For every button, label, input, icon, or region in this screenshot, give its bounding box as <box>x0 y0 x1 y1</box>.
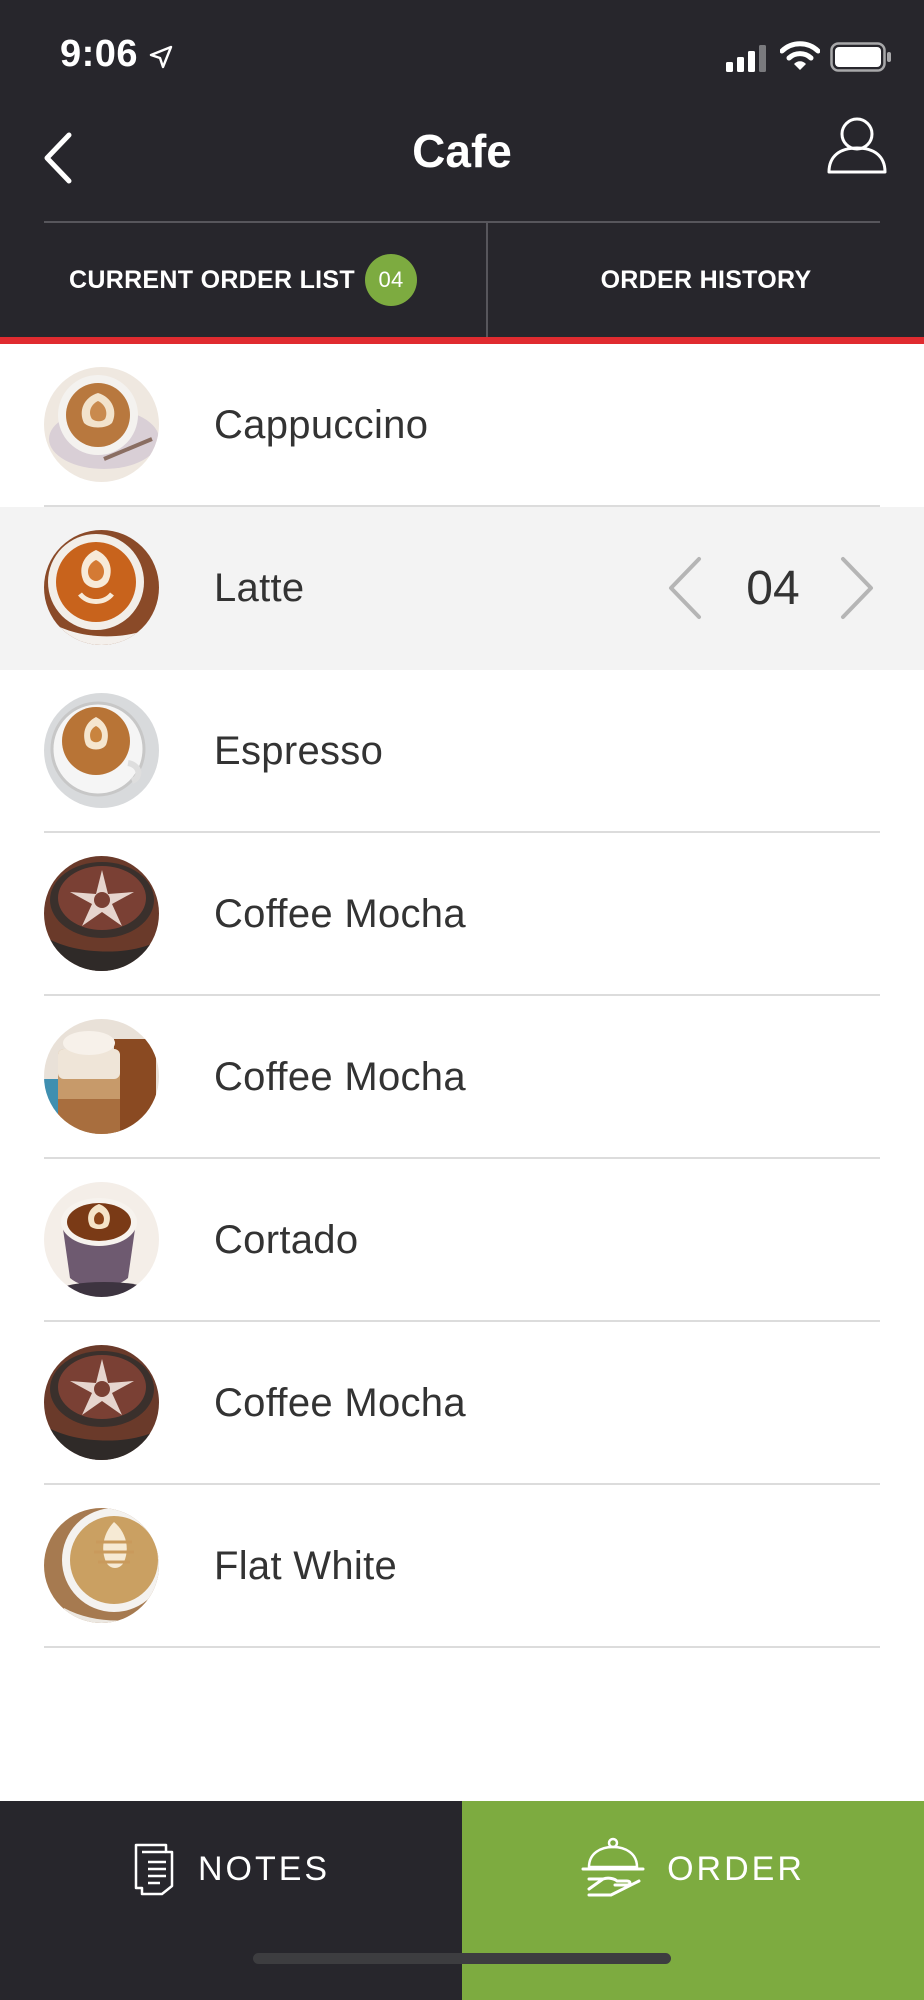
item-thumbnail <box>44 530 159 645</box>
list-item[interactable]: Cortado <box>0 1159 924 1322</box>
order-button[interactable]: ORDER <box>462 1801 924 2000</box>
tab-history-label: ORDER HISTORY <box>600 265 812 294</box>
increase-quantity-button[interactable] <box>832 555 882 621</box>
chevron-right-icon <box>841 557 873 619</box>
active-tab-indicator <box>0 337 924 344</box>
item-thumbnail <box>44 1019 159 1134</box>
item-name: Latte <box>214 566 305 610</box>
app-header: 9:06 Cafe CURRENT ORDER LIST 04 ORDER HI… <box>0 0 924 337</box>
status-time: 9:06 <box>60 33 139 75</box>
notes-label: NOTES <box>197 1849 331 1888</box>
item-name: Cortado <box>214 1218 359 1262</box>
wifi-icon <box>780 41 820 70</box>
item-thumbnail <box>44 367 159 482</box>
item-name: Coffee Mocha <box>214 1381 466 1425</box>
location-arrow-icon <box>149 45 173 69</box>
item-thumbnail <box>44 693 159 808</box>
row-divider <box>44 1646 880 1648</box>
item-thumbnail <box>44 1182 159 1297</box>
item-name: Espresso <box>214 729 384 773</box>
home-indicator[interactable] <box>253 1953 671 1964</box>
nav-bar: Cafe <box>0 110 924 220</box>
list-item[interactable]: Cappuccino <box>0 344 924 507</box>
decrease-quantity-button[interactable] <box>660 555 710 621</box>
list-item[interactable]: Coffee Mocha <box>0 1322 924 1485</box>
battery-icon <box>830 42 891 72</box>
chevron-left-icon <box>669 557 701 619</box>
page-title: Cafe <box>412 125 512 177</box>
tab-current-order-list[interactable]: CURRENT ORDER LIST 04 <box>0 223 486 337</box>
item-name: Coffee Mocha <box>214 892 466 936</box>
list-item[interactable]: Espresso <box>0 670 924 833</box>
status-bar: 9:06 <box>0 0 924 110</box>
item-thumbnail <box>44 1508 159 1623</box>
notes-icon <box>134 1843 174 1896</box>
quantity-stepper: 04 <box>660 507 890 670</box>
notes-button[interactable]: NOTES <box>0 1801 462 2000</box>
signal-icon <box>726 45 766 72</box>
profile-icon <box>827 117 887 174</box>
list-item[interactable]: Flat White <box>0 1485 924 1648</box>
list-item-selected[interactable]: Latte 04 <box>0 507 924 670</box>
list-item[interactable]: Coffee Mocha <box>0 833 924 996</box>
item-thumbnail <box>44 856 159 971</box>
item-name: Cappuccino <box>214 403 429 447</box>
order-count-badge: 04 <box>364 254 417 306</box>
item-thumbnail <box>44 1345 159 1460</box>
cloche-icon <box>581 1837 645 1897</box>
bottom-action-bar: NOTES ORDER <box>0 1801 924 2000</box>
tab-order-history[interactable]: ORDER HISTORY <box>488 223 924 337</box>
list-item[interactable]: Coffee Mocha <box>0 996 924 1159</box>
order-tabs: CURRENT ORDER LIST 04 ORDER HISTORY <box>0 223 924 337</box>
item-name: Flat White <box>214 1544 398 1588</box>
quantity-value: 04 <box>746 562 800 615</box>
tab-current-label: CURRENT ORDER LIST <box>69 265 355 294</box>
item-name: Coffee Mocha <box>214 1055 466 1099</box>
order-label: ORDER <box>667 1849 805 1888</box>
profile-button[interactable] <box>826 114 888 176</box>
